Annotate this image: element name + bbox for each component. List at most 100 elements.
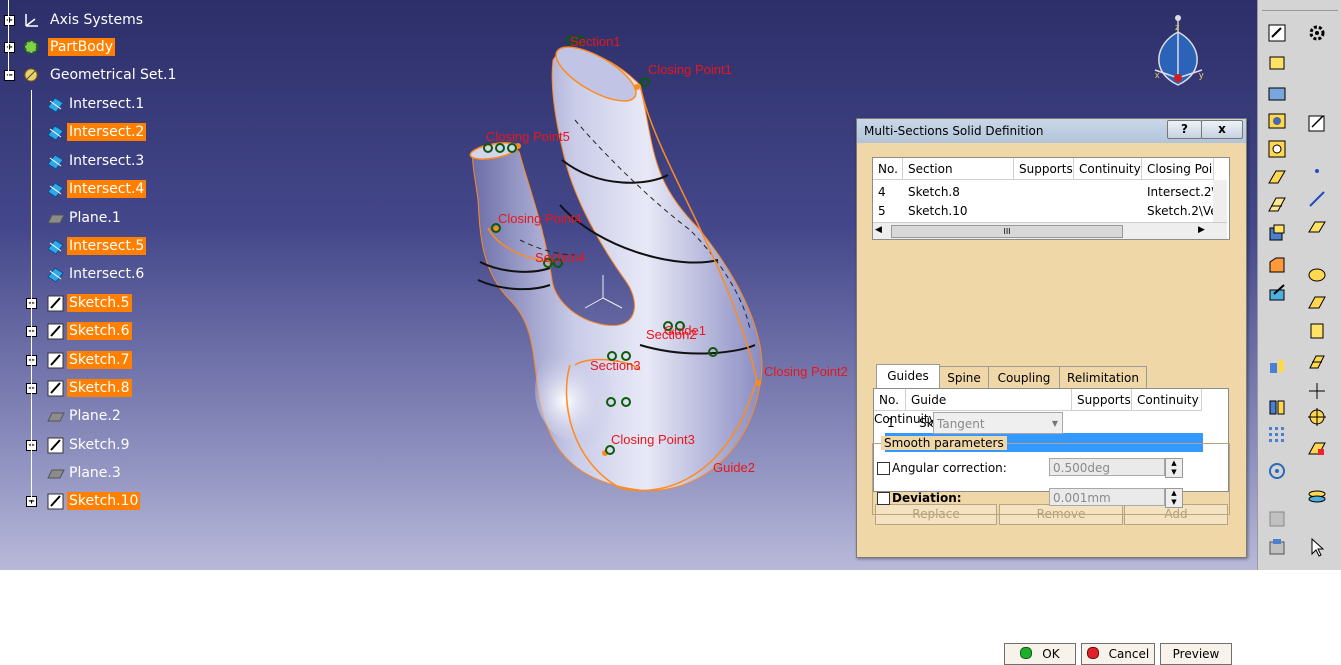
tab-coupling[interactable]: Coupling — [988, 366, 1060, 390]
fillet-icon[interactable] — [1266, 222, 1288, 244]
tree-node[interactable]: + Sketch.10 — [0, 490, 300, 514]
sections-table-cell[interactable]: Intersect.2\ — [1147, 185, 1214, 199]
analysis-icon[interactable] — [1266, 508, 1288, 530]
tree-node-label[interactable]: Intersect.5 — [67, 237, 147, 255]
close-button[interactable]: x — [1201, 120, 1243, 139]
tree-node-label[interactable]: Plane.2 — [67, 407, 123, 425]
sections-hscrollbar[interactable]: ◀ III ▶ — [873, 222, 1227, 239]
tree-node-label[interactable]: Sketch.6 — [67, 322, 132, 340]
mirror-icon[interactable] — [1266, 396, 1288, 418]
tree-node-label[interactable]: Plane.3 — [67, 464, 123, 482]
tree-node-label[interactable]: Intersect.3 — [67, 152, 146, 170]
tree-node-label[interactable]: Geometrical Set.1 — [48, 66, 178, 84]
tree-node[interactable]: Intersect.3 — [0, 150, 300, 174]
shaft-icon[interactable] — [1266, 82, 1288, 104]
color-icon[interactable] — [1306, 438, 1328, 460]
tree-node[interactable]: +Sketch.9 — [0, 434, 300, 458]
tree-node[interactable]: +Sketch.6 — [0, 320, 300, 344]
expand-toggle-icon[interactable]: + — [4, 42, 15, 53]
deviation-checkbox[interactable] — [877, 492, 890, 505]
tree-node-label[interactable]: Intersect.1 — [67, 95, 146, 113]
cancel-button[interactable]: Cancel — [1081, 643, 1155, 665]
line-icon[interactable] — [1306, 188, 1328, 210]
tree-node[interactable]: +Sketch.5 — [0, 292, 300, 316]
sections-table[interactable]: No. Section Supports Continuity Closing Poi … — [872, 157, 1230, 240]
body-icon[interactable] — [1306, 264, 1328, 286]
tree-node-label[interactable]: Plane.1 — [67, 209, 123, 227]
pad-icon[interactable] — [1266, 52, 1288, 74]
tree-node-label[interactable]: Sketch.8 — [67, 379, 132, 397]
sections-table-cell[interactable]: 5 — [878, 204, 903, 218]
apply-material-icon[interactable] — [1266, 536, 1288, 558]
tree-node-label[interactable]: Intersect.2 — [67, 123, 147, 141]
sections-column-header[interactable]: No. — [873, 158, 903, 180]
pattern-icon[interactable] — [1266, 424, 1288, 446]
tree-node[interactable]: Intersect.2 — [0, 121, 300, 145]
guides-column-header[interactable]: Continuity — [1132, 389, 1202, 411]
tree-node-label[interactable]: Sketch.7 — [67, 351, 132, 369]
sections-column-header[interactable]: Closing Poi — [1142, 158, 1214, 180]
tree-node-label[interactable]: Intersect.4 — [67, 180, 147, 198]
plane-tool-icon[interactable] — [1306, 216, 1328, 238]
tree-node-label[interactable]: Sketch.10 — [67, 492, 141, 510]
axis-tool-icon[interactable] — [1306, 380, 1328, 402]
scroll-grip[interactable]: III — [891, 225, 1123, 238]
tree-node[interactable]: Intersect.6 — [0, 263, 300, 287]
sections-table-cell[interactable]: Sketch.10 — [908, 204, 1014, 218]
point-icon[interactable] — [1306, 160, 1328, 182]
deviation-input[interactable]: 0.001mm — [1049, 488, 1165, 506]
guides-column-header[interactable]: Guide — [906, 389, 1072, 411]
tree-node[interactable]: Intersect.4 — [0, 178, 300, 202]
deviation-spinner[interactable]: ▲ ▼ — [1165, 488, 1183, 508]
select-arrow-icon[interactable] — [1306, 536, 1328, 558]
scroll-right-arrow-icon[interactable]: ▶ — [1198, 225, 1205, 235]
gear-icon[interactable] — [1306, 22, 1328, 44]
guides-column-header[interactable]: Supports — [1072, 389, 1132, 411]
guides-column-header[interactable]: No. — [874, 389, 906, 411]
tree-node[interactable]: + Axis Systems — [0, 9, 300, 33]
tree-node[interactable]: +Sketch.7 — [0, 349, 300, 373]
tree-node-label[interactable]: Axis Systems — [48, 11, 145, 29]
dialog-title-bar[interactable]: Multi-Sections Solid Definition ? x — [857, 119, 1246, 143]
tree-node[interactable]: +Sketch.8 — [0, 377, 300, 401]
tree-node[interactable]: Intersect.1 — [0, 93, 300, 117]
tree-node-label[interactable]: PartBody — [48, 38, 115, 56]
tree-node[interactable]: + PartBody — [0, 36, 300, 60]
angular-correction-input[interactable]: 0.500deg — [1049, 458, 1165, 476]
layers-icon[interactable] — [1306, 486, 1328, 508]
sections-table-cell[interactable]: Sketch.2\Ve — [1147, 204, 1214, 218]
chamfer-icon[interactable] — [1266, 254, 1288, 276]
sections-column-header[interactable]: Section — [903, 158, 1014, 180]
scroll-left-arrow-icon[interactable]: ◀ — [875, 225, 882, 235]
sketch-tool-icon[interactable] — [1306, 112, 1328, 134]
intersect-tool-icon[interactable] — [1306, 352, 1328, 374]
collapse-toggle-icon[interactable]: − — [4, 70, 15, 81]
rib-icon[interactable] — [1266, 166, 1288, 188]
assemble-icon[interactable] — [1306, 320, 1328, 342]
target-icon[interactable] — [1306, 406, 1328, 428]
tab-spine[interactable]: Spine — [939, 366, 989, 390]
draft-icon[interactable] — [1266, 282, 1288, 304]
preview-button[interactable]: Preview — [1160, 643, 1232, 665]
tree-node[interactable]: Plane.3 — [0, 462, 300, 486]
tree-node-label[interactable]: Sketch.5 — [67, 294, 132, 312]
sections-column-header[interactable]: Continuity — [1074, 158, 1142, 180]
hole-icon[interactable] — [1266, 110, 1288, 132]
add-icon[interactable] — [1306, 292, 1328, 314]
multi-sections-solid-icon[interactable] — [1266, 194, 1288, 216]
measure-icon[interactable] — [1266, 460, 1288, 482]
tree-node[interactable]: Intersect.5 — [0, 235, 300, 259]
sections-column-header[interactable]: Supports — [1014, 158, 1074, 180]
angular-spinner[interactable]: ▲ ▼ — [1165, 458, 1183, 478]
sections-vscrollbar[interactable] — [1213, 180, 1227, 222]
tab-relimitation[interactable]: Relimitation — [1059, 366, 1147, 390]
transformation-icon[interactable] — [1266, 356, 1288, 378]
sections-table-cell[interactable]: Sketch.8 — [908, 185, 1014, 199]
tree-node-label[interactable]: Sketch.9 — [67, 436, 132, 454]
sections-table-cell[interactable]: 4 — [878, 185, 903, 199]
tree-node[interactable]: − Geometrical Set.1 — [0, 64, 300, 88]
help-button[interactable]: ? — [1167, 120, 1202, 139]
pocket-icon[interactable] — [1266, 138, 1288, 160]
continuity-select[interactable]: Tangent ▼ — [933, 412, 1063, 434]
tree-node[interactable]: Plane.1 — [0, 207, 300, 231]
